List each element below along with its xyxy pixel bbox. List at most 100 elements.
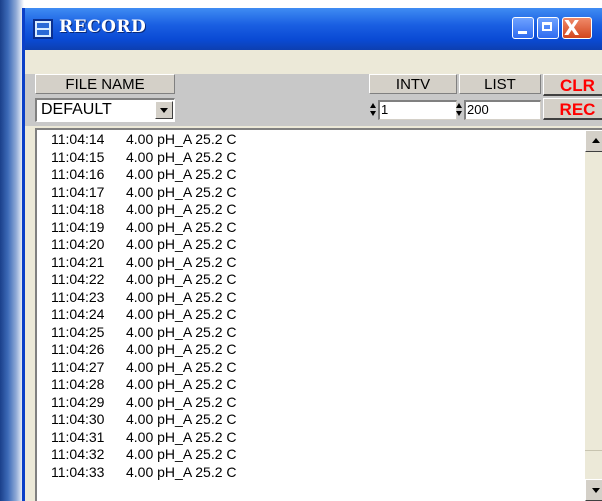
record-reading: 4.00 pH_A 25.2 C [126, 393, 237, 410]
record-time: 11:04:25 [51, 323, 105, 340]
list-item[interactable]: 11:04:19 4.00 pH_A 25.2 C [51, 219, 237, 237]
record-time: 11:04:31 [51, 428, 105, 445]
list-item[interactable]: 11:04:24 4.00 pH_A 25.2 C [51, 306, 237, 324]
list-item[interactable]: 11:04:18 4.00 pH_A 25.2 C [51, 201, 237, 219]
record-reading: 4.00 pH_A 25.2 C [126, 376, 237, 392]
record-reading: 4.00 pH_A 25.2 C [126, 411, 237, 427]
record-reading: 4.00 pH_A 25.2 C [126, 166, 237, 182]
desktop-background-strip [0, 0, 24, 501]
list-item[interactable]: 11:04:20 4.00 pH_A 25.2 C [51, 236, 237, 254]
record-reading: 4.00 pH_A 25.2 C [126, 131, 237, 147]
list-input[interactable]: 200 [464, 100, 541, 120]
record-time: 11:04:33 [51, 463, 105, 480]
list-item[interactable]: 11:04:27 4.00 pH_A 25.2 C [51, 359, 237, 377]
list-item[interactable]: 11:04:21 4.00 pH_A 25.2 C [51, 254, 237, 272]
record-time: 11:04:20 [51, 236, 105, 252]
rec-button[interactable]: REC [543, 98, 602, 120]
menu-bar [25, 50, 602, 75]
list-item[interactable]: 11:04:26 4.00 pH_A 25.2 C [51, 341, 237, 359]
spin-up-icon[interactable] [370, 103, 376, 108]
record-reading: 4.00 pH_A 25.2 C [126, 358, 237, 375]
intv-label: INTV [369, 74, 457, 94]
record-reading: 4.00 pH_A 25.2 C [126, 428, 237, 445]
app-icon-bar-bottom [37, 30, 49, 35]
record-list[interactable]: 11:04:14 4.00 pH_A 25.2 C 11:04:15 4.00 pH_… [35, 128, 602, 501]
record-reading: 4.00 pH_A 25.2 C [126, 323, 237, 340]
record-time: 11:04:24 [51, 306, 105, 322]
minimize-button[interactable] [512, 17, 534, 39]
record-time: 11:04:23 [51, 288, 105, 305]
intv-spinner[interactable]: 1 [369, 100, 457, 120]
window-title: RECORD [59, 17, 147, 37]
title-bar[interactable]: RECORD X [25, 8, 602, 50]
record-reading: 4.00 pH_A 25.2 C [126, 183, 237, 200]
record-rows: 11:04:14 4.00 pH_A 25.2 C 11:04:15 4.00 pH_… [51, 131, 237, 481]
list-item[interactable]: 11:04:22 4.00 pH_A 25.2 C [51, 271, 237, 289]
close-button[interactable]: X [562, 17, 592, 39]
record-reading: 4.00 pH_A 25.2 C [126, 341, 237, 357]
record-reading: 4.00 pH_A 25.2 C [126, 306, 237, 322]
app-icon-bar-top [37, 23, 49, 28]
record-reading: 4.00 pH_A 25.2 C [126, 148, 237, 165]
record-time: 11:04:32 [51, 446, 105, 462]
record-time: 11:04:21 [51, 253, 105, 270]
scroll-down-button[interactable] [585, 479, 602, 501]
list-item[interactable]: 11:04:23 4.00 pH_A 25.2 C [51, 289, 237, 307]
spin-down-icon[interactable] [370, 111, 376, 116]
list-item[interactable]: 11:04:15 4.00 pH_A 25.2 C [51, 149, 237, 167]
record-window: RECORD X FILE NAME INTV LIST CLR REC DEF… [22, 8, 602, 501]
list-item[interactable]: 11:04:25 4.00 pH_A 25.2 C [51, 324, 237, 342]
list-spin-arrows[interactable] [455, 100, 464, 120]
record-time: 11:04:30 [51, 411, 105, 427]
record-reading: 4.00 pH_A 25.2 C [126, 288, 237, 305]
list-item[interactable]: 11:04:31 4.00 pH_A 25.2 C [51, 429, 237, 447]
chevron-down-icon [160, 108, 168, 113]
list-label: LIST [459, 74, 541, 94]
app-icon[interactable] [33, 19, 53, 39]
list-item[interactable]: 11:04:28 4.00 pH_A 25.2 C [51, 376, 237, 394]
list-spinner[interactable]: 200 [455, 100, 541, 120]
record-reading: 4.00 pH_A 25.2 C [126, 253, 237, 270]
intv-spin-arrows[interactable] [369, 100, 378, 120]
spin-down-icon[interactable] [456, 111, 462, 116]
file-name-value: DEFAULT [41, 101, 112, 118]
record-time: 11:04:22 [51, 271, 105, 287]
control-panel: FILE NAME INTV LIST CLR REC DEFAULT 1 20… [25, 74, 602, 126]
record-time: 11:04:28 [51, 376, 105, 392]
spin-up-icon[interactable] [456, 103, 462, 108]
record-time: 11:04:17 [51, 183, 105, 200]
minimize-icon [518, 31, 527, 34]
record-time: 11:04:19 [51, 218, 105, 235]
record-reading: 4.00 pH_A 25.2 C [126, 463, 237, 480]
scroll-up-button[interactable] [585, 130, 602, 152]
maximize-button[interactable] [537, 17, 559, 39]
list-item[interactable]: 11:04:16 4.00 pH_A 25.2 C [51, 166, 237, 184]
record-reading: 4.00 pH_A 25.2 C [126, 271, 237, 287]
list-item[interactable]: 11:04:17 4.00 pH_A 25.2 C [51, 184, 237, 202]
intv-input[interactable]: 1 [378, 100, 457, 120]
record-time: 11:04:16 [51, 166, 105, 182]
maximize-icon [542, 22, 552, 31]
list-item[interactable]: 11:04:32 4.00 pH_A 25.2 C [51, 446, 237, 464]
vertical-scrollbar[interactable] [585, 130, 602, 501]
file-name-select[interactable]: DEFAULT [35, 98, 175, 122]
record-time: 11:04:15 [51, 148, 105, 165]
scroll-up-arrow-icon [592, 138, 600, 143]
record-reading: 4.00 pH_A 25.2 C [126, 201, 237, 217]
record-time: 11:04:27 [51, 358, 105, 375]
record-reading: 4.00 pH_A 25.2 C [126, 236, 237, 252]
list-item[interactable]: 11:04:33 4.00 pH_A 25.2 C [51, 464, 237, 482]
scroll-thumb[interactable] [585, 450, 602, 479]
record-time: 11:04:26 [51, 341, 105, 357]
list-item[interactable]: 11:04:29 4.00 pH_A 25.2 C [51, 394, 237, 412]
scroll-down-arrow-icon [592, 488, 600, 493]
record-time: 11:04:29 [51, 393, 105, 410]
close-icon: X [564, 16, 580, 40]
clr-button[interactable]: CLR [543, 74, 602, 96]
dropdown-button[interactable] [155, 101, 173, 119]
list-item[interactable]: 11:04:30 4.00 pH_A 25.2 C [51, 411, 237, 429]
record-time: 11:04:18 [51, 201, 105, 217]
record-reading: 4.00 pH_A 25.2 C [126, 446, 237, 462]
list-item[interactable]: 11:04:14 4.00 pH_A 25.2 C [51, 131, 237, 149]
record-reading: 4.00 pH_A 25.2 C [126, 218, 237, 235]
